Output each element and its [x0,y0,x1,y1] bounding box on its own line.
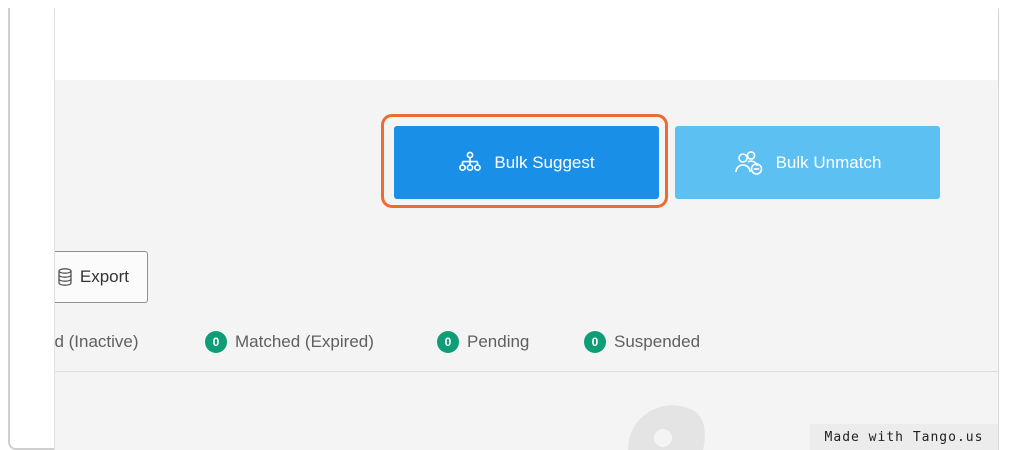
status-filter-label: Matched (Expired) [235,332,374,351]
status-filter-pending[interactable]: 0 Pending [437,328,529,356]
status-filter-matched-expired[interactable]: 0 Matched (Expired) [205,328,374,356]
status-filter-label: Pending [467,332,530,351]
bulk-unmatch-button[interactable]: Bulk Unmatch [675,126,940,199]
count-badge: 0 [205,331,227,353]
window-edge [998,8,999,450]
status-filter-suspended[interactable]: 0 Suspended [584,328,700,356]
logo-watermark-icon [628,405,705,450]
content-clip: Export ed (Inactive) 0 Matched (Expired)… [55,8,998,450]
section-divider [55,371,998,372]
left-panel-frame [8,8,56,450]
tango-watermark-text: Made with Tango.us [824,429,984,445]
count-badge: 0 [437,331,459,353]
tango-watermark: Made with Tango.us [810,424,998,450]
count-badge: 0 [584,331,606,353]
bulk-unmatch-label: Bulk Unmatch [775,152,882,172]
status-filter-inactive[interactable]: ed (Inactive) [55,328,139,356]
export-button-label: Export [79,267,129,286]
status-filter-label: ed (Inactive) [55,332,139,351]
hierarchy-icon [459,151,482,171]
export-button[interactable]: Export [55,251,148,303]
database-icon [58,268,72,286]
users-remove-icon [734,150,762,175]
bulk-suggest-button[interactable]: Bulk Suggest [394,126,659,199]
status-filter-label: Suspended [614,332,701,351]
bulk-suggest-label: Bulk Suggest [494,152,595,172]
